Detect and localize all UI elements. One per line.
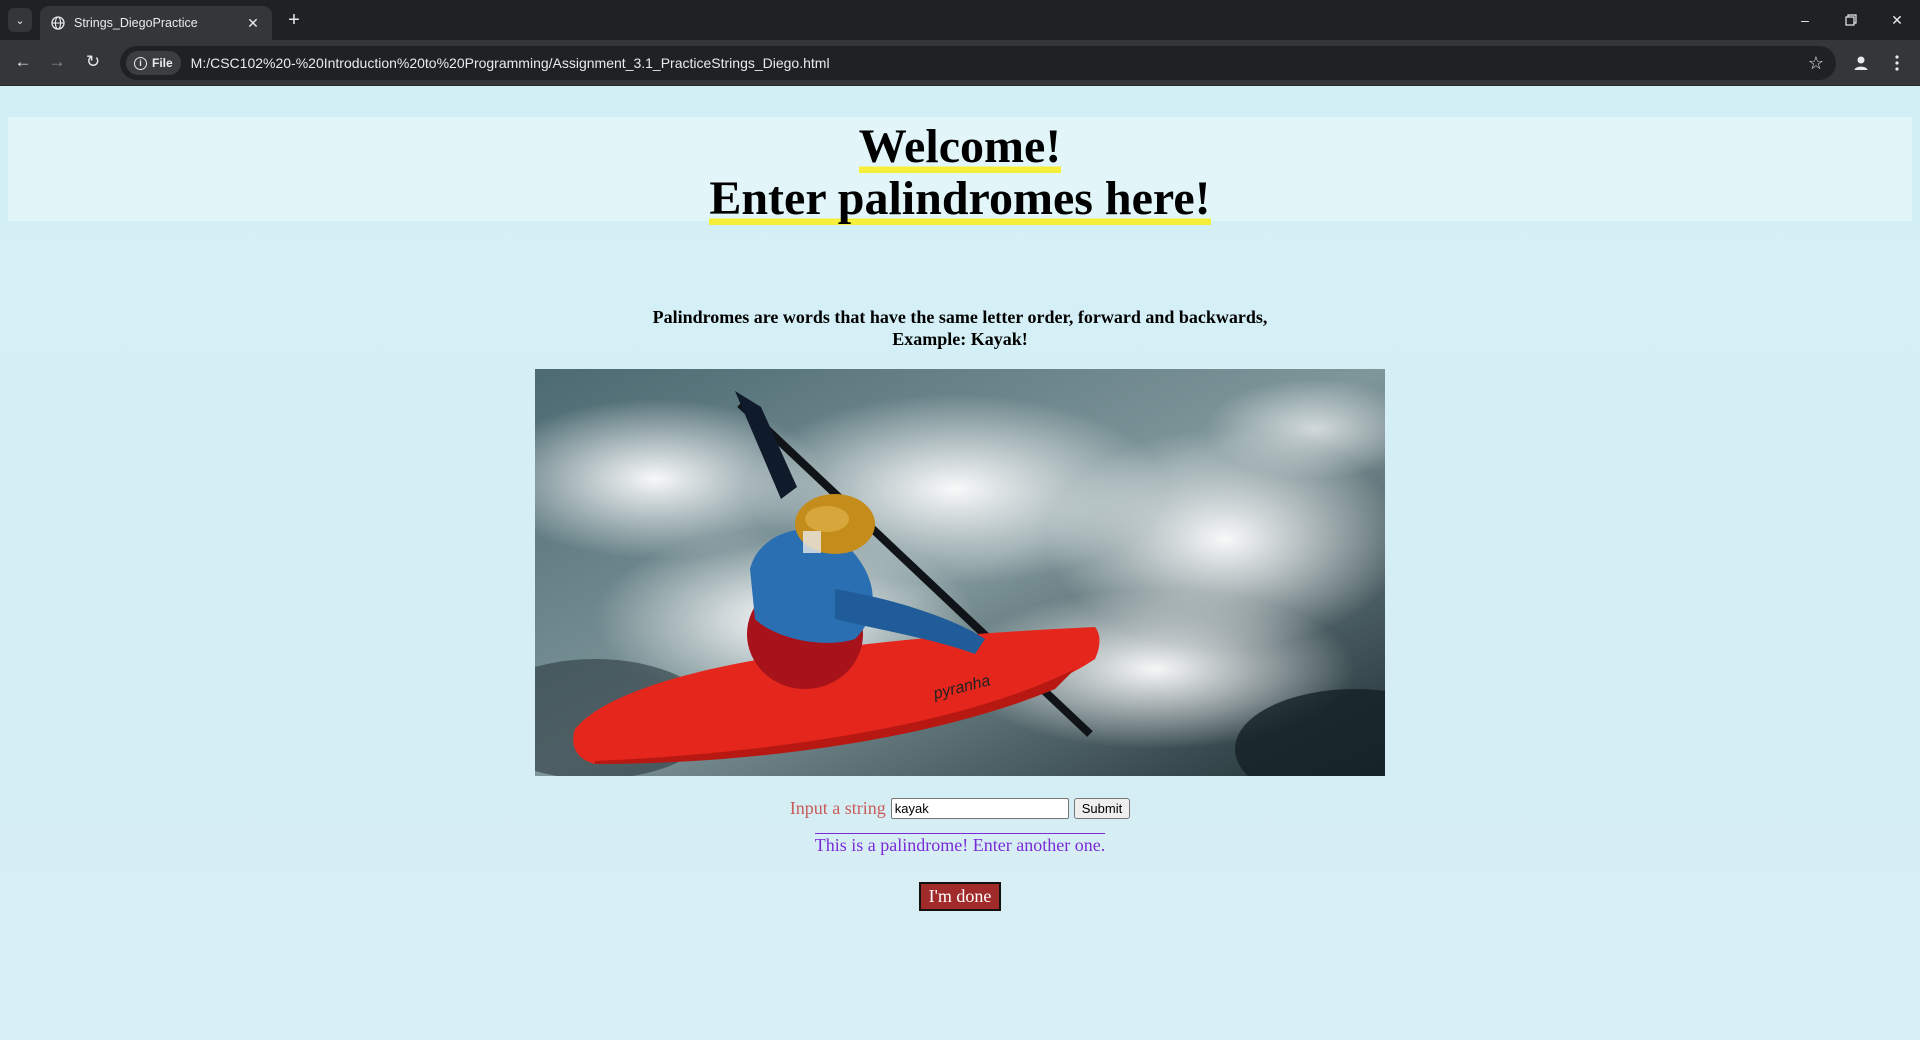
minimize-icon[interactable]: –	[1782, 0, 1828, 40]
browser-toolbar: ← → ↻ i File M:/CSC102%20-%20Introductio…	[0, 40, 1920, 86]
info-icon: i	[134, 56, 147, 70]
restore-icon[interactable]	[1828, 0, 1874, 40]
done-button[interactable]: I'm done	[919, 882, 1001, 911]
intro-text: Palindromes are words that have the same…	[0, 306, 1920, 350]
tab-title: Strings_DiegoPractice	[74, 16, 198, 30]
palindrome-form: Input a string kayak Submit	[0, 798, 1920, 819]
intro-line-example: Example: Kayak!	[892, 329, 1028, 349]
new-tab-plus-icon[interactable]: +	[282, 8, 306, 32]
page-heading: Welcome! Enter palindromes here!	[8, 117, 1912, 225]
tab-close-icon[interactable]: ✕	[244, 14, 262, 32]
input-string-label: Input a string	[789, 798, 886, 818]
page-content: Welcome! Enter palindromes here! Palindr…	[0, 87, 1920, 1040]
close-window-icon[interactable]: ✕	[1874, 0, 1920, 40]
result-message: This is a palindrome! Enter another one.	[0, 833, 1920, 856]
heading-welcome: Welcome!	[858, 120, 1062, 173]
profile-icon[interactable]	[1846, 48, 1876, 78]
result-text: This is a palindrome! Enter another one.	[814, 833, 1106, 855]
kayak-photo: pyranha	[535, 369, 1385, 776]
reload-icon[interactable]: ↻	[78, 47, 108, 77]
url-text[interactable]: M:/CSC102%20-%20Introduction%20to%20Prog…	[191, 55, 830, 71]
tab-strip: ⌄ Strings_DiegoPractice ✕ + – ✕	[0, 0, 1920, 40]
site-info-label: File	[152, 56, 173, 70]
header-band: Welcome! Enter palindromes here!	[8, 117, 1912, 225]
back-arrow-icon[interactable]: ←	[8, 47, 38, 77]
address-bar[interactable]: i File M:/CSC102%20-%20Introduction%20to…	[120, 46, 1836, 80]
string-input[interactable]: kayak	[890, 798, 1069, 819]
tab-search-chevron-icon[interactable]: ⌄	[8, 8, 32, 32]
globe-icon	[50, 15, 66, 31]
submit-button[interactable]: Submit	[1073, 798, 1131, 819]
forward-arrow-icon[interactable]: →	[42, 47, 72, 77]
intro-line-definition: Palindromes are words that have the same…	[652, 307, 1268, 327]
bookmark-star-icon[interactable]: ☆	[1808, 53, 1824, 74]
site-info-chip[interactable]: i File	[126, 51, 181, 75]
browser-tab[interactable]: Strings_DiegoPractice ✕	[40, 6, 272, 40]
menu-kebab-icon[interactable]	[1882, 48, 1912, 78]
heading-enter-palindromes: Enter palindromes here!	[709, 172, 1211, 225]
